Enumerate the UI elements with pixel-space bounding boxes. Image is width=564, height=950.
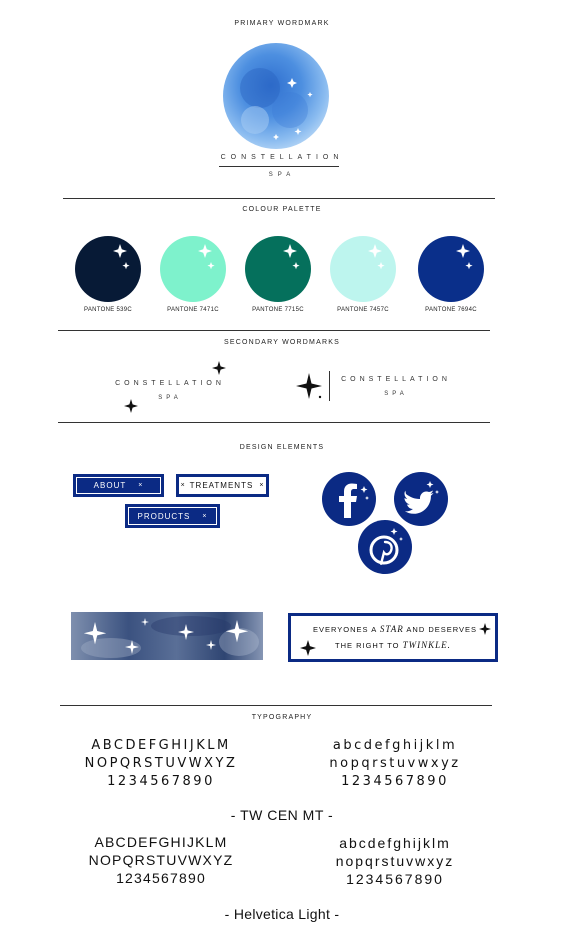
quote-emphasis: TWINKLE.	[402, 640, 451, 650]
primary-wordmark-name: CONSTELLATION	[220, 154, 344, 161]
pinterest-button[interactable]	[358, 520, 412, 574]
swatch-label: PANTONE 7694C	[425, 307, 477, 313]
sparkle-icon	[283, 244, 300, 270]
colour-swatch	[245, 236, 311, 302]
star-icon	[479, 623, 491, 635]
divider	[63, 198, 495, 199]
about-button[interactable]: ABOUT ×	[73, 474, 164, 497]
colour-swatch	[160, 236, 226, 302]
treatments-button[interactable]: × TREATMENTS ×	[176, 474, 269, 497]
primary-wordmark-sub: SPA	[268, 172, 296, 178]
products-button[interactable]: PRODUCTS ×	[125, 504, 220, 528]
font2-upper-line-2: NOPQRSTUVWXYZ	[88, 852, 234, 868]
treatments-button-label: TREATMENTS	[189, 481, 254, 490]
colour-palette-title: COLOUR PALETTE	[242, 206, 322, 213]
quote-line-1: EVERYONES A STAR AND DESERVES	[313, 624, 483, 634]
font1-upper-line-2: NOPQRSTUVWXYZ	[84, 756, 238, 771]
quote-line-2: THE RIGHT TO TWINKLE.	[335, 640, 485, 650]
sparkle-icon	[456, 244, 473, 270]
quote-emphasis: STAR	[379, 624, 404, 634]
font2-uppercase: ABCDEFGHIJKLM NOPQRSTUVWXYZ 1234567890	[56, 833, 266, 887]
font2-numbers: 1234567890	[116, 870, 206, 886]
secondary-wordmarks-title: SECONDARY WORDMARKS	[224, 339, 340, 346]
quote-text: EVERYONES A	[313, 625, 380, 634]
font2-lowercase: abcdefghijklm nopqrstuvwxyz 1234567890	[300, 834, 490, 888]
divider	[58, 330, 490, 331]
products-button-label: PRODUCTS	[137, 511, 191, 521]
star-icon	[212, 361, 226, 375]
quote-text: THE RIGHT TO	[335, 641, 403, 650]
separator-line	[329, 371, 330, 401]
sparkle-icon	[198, 244, 215, 270]
star-icon	[124, 399, 138, 413]
watercolor-banner	[71, 612, 263, 660]
star-icon	[296, 373, 322, 399]
font1-upper-line-1: ABCDEFGHIJKLM	[91, 738, 231, 753]
close-icon: ×	[180, 482, 186, 489]
font2-lower-line-2: nopqrstuvwxyz	[335, 853, 455, 869]
divider	[60, 705, 492, 706]
font1-lowercase: abcdefghijklm nopqrstuvwxyz 1234567890	[300, 737, 490, 791]
about-button-label: ABOUT	[93, 481, 127, 490]
pinterest-icon	[369, 528, 403, 565]
twitter-button[interactable]	[394, 472, 448, 526]
design-elements-title: DESIGN ELEMENTS	[239, 444, 325, 451]
font2-upper-line-1: ABCDEFGHIJKLM	[94, 834, 228, 850]
star-icon	[300, 640, 316, 656]
watercolor-logo-circle	[223, 43, 329, 149]
font2-lower-line-1: abcdefghijklm	[339, 835, 451, 851]
colour-swatch	[75, 236, 141, 302]
font1-lower-line-2: nopqrstuvwxyz	[329, 756, 461, 771]
close-icon: ×	[138, 482, 144, 489]
quote-text: AND DESERVES	[403, 625, 478, 634]
facebook-button[interactable]	[322, 472, 376, 526]
wordmark-underline	[219, 166, 339, 167]
font1-name: - TW CEN MT -	[230, 807, 334, 823]
font2-name: - Helvetica Light -	[224, 906, 340, 922]
font2-lower-numbers: 1234567890	[346, 871, 444, 887]
swatch-label: PANTONE 7457C	[337, 307, 389, 313]
font1-uppercase: ABCDEFGHIJKLM NOPQRSTUVWXYZ 1234567890	[56, 737, 266, 791]
font1-numbers: 1234567890	[107, 774, 215, 789]
sparkle-icon	[368, 244, 385, 270]
font1-lower-numbers: 1234567890	[341, 774, 449, 789]
secondary-wordmark-left-name: CONSTELLATION	[115, 380, 225, 387]
colour-swatch	[330, 236, 396, 302]
secondary-wordmark-right-sub: SPA	[384, 391, 408, 397]
sparkle-icon	[113, 244, 130, 270]
primary-wordmark-title: PRIMARY WORDMARK	[234, 20, 330, 27]
twitter-icon	[404, 481, 439, 514]
colour-swatch	[418, 236, 484, 302]
facebook-icon	[339, 483, 369, 518]
font1-lower-line-1: abcdefghijklm	[332, 738, 458, 753]
secondary-wordmark-left-sub: SPA	[158, 395, 182, 401]
divider	[58, 422, 490, 423]
secondary-wordmark-right-name: CONSTELLATION	[341, 376, 451, 383]
quote-box: EVERYONES A STAR AND DESERVES THE RIGHT …	[288, 613, 498, 662]
typography-title: TYPOGRAPHY	[251, 714, 313, 721]
close-icon: ×	[259, 482, 265, 489]
close-icon: ×	[202, 512, 208, 520]
